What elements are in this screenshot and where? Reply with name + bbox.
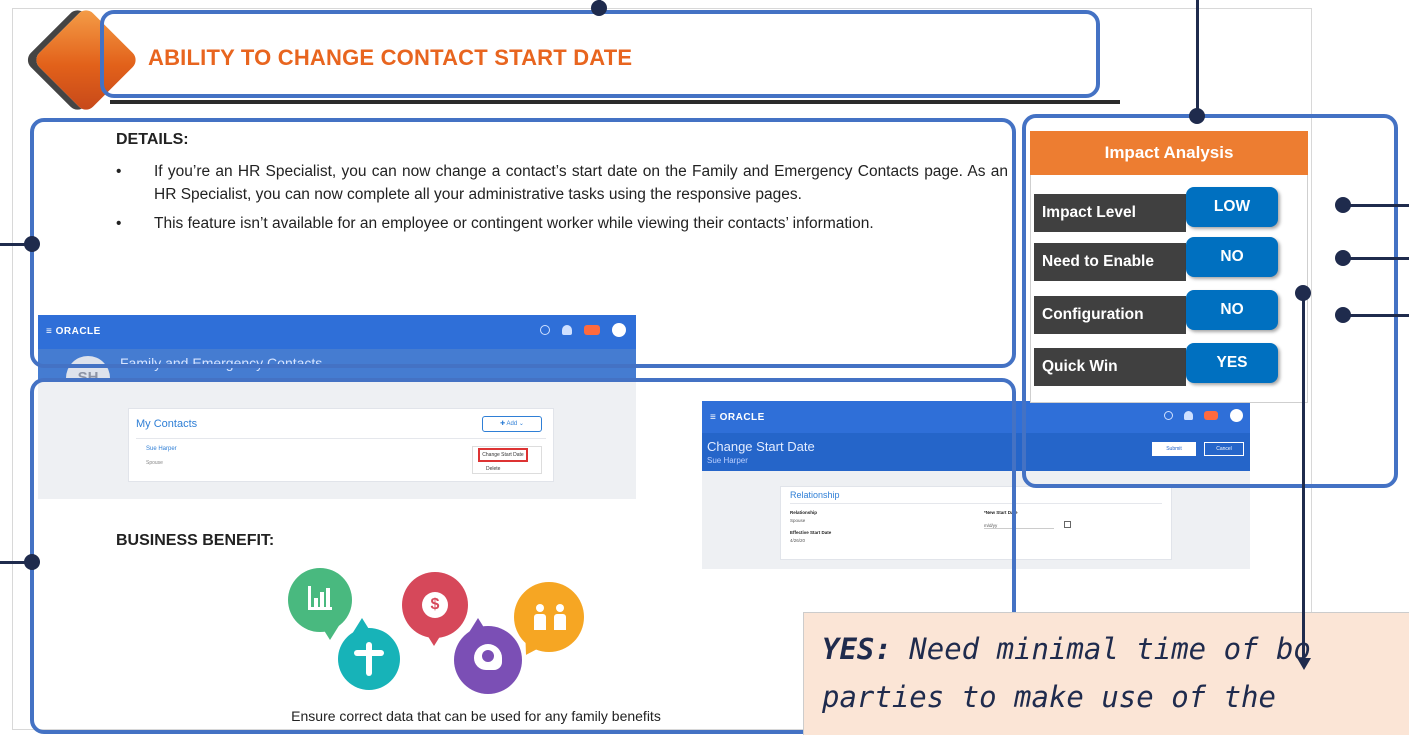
connector-dot-quick-win	[1295, 285, 1311, 301]
connector-dot-configuration	[1335, 307, 1351, 323]
title-underline	[110, 100, 1120, 104]
connector-dot-benefit	[24, 554, 40, 570]
tooltip-line-2: parties to make use of the	[822, 680, 1276, 714]
quick-win-tooltip: YES: Need minimal time of bo parties to …	[803, 612, 1409, 735]
connector-dot-impact	[1189, 108, 1205, 124]
impact-highlight-frame	[1022, 114, 1398, 488]
tooltip-keyword: YES:	[822, 632, 892, 666]
connector-dot-need-to-enable	[1335, 250, 1351, 266]
details-highlight-frame	[30, 118, 1016, 368]
connector-dot-details	[24, 236, 40, 252]
connector-dot-title	[591, 0, 607, 16]
connector-line	[1343, 314, 1409, 317]
tooltip-line-1: Need minimal time of bo	[891, 632, 1311, 666]
title-highlight-frame	[100, 10, 1100, 98]
arrow-down-icon	[1297, 658, 1311, 670]
connector-line	[1196, 0, 1199, 114]
connector-dot-impact-level	[1335, 197, 1351, 213]
connector-line	[1343, 257, 1409, 260]
connector-line	[1302, 292, 1305, 660]
connector-line	[1343, 204, 1409, 207]
calendar-icon[interactable]	[1064, 521, 1071, 528]
